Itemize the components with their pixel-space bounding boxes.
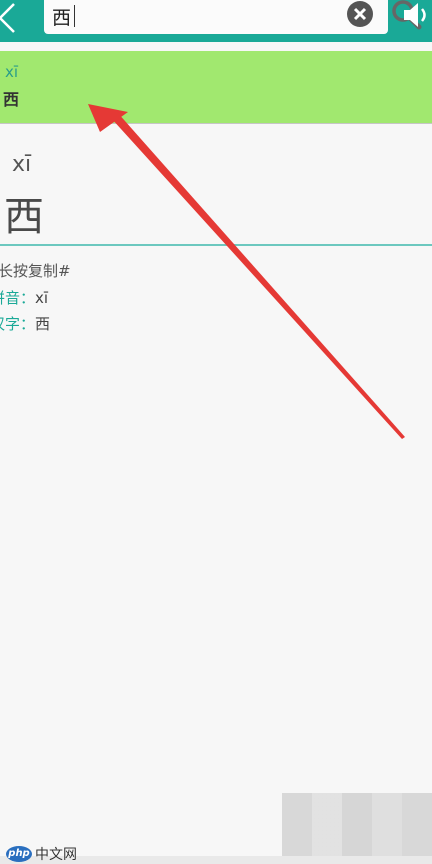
annotation-arrow — [88, 104, 405, 439]
back-button[interactable] — [0, 0, 24, 38]
pinyin-value: xī — [35, 289, 49, 307]
speaker-button[interactable] — [400, 0, 432, 30]
close-circle-icon — [347, 1, 373, 27]
search-input[interactable]: 西 — [44, 0, 422, 34]
top-bar: 西 — [0, 0, 432, 42]
watermark: php 中文网 — [6, 843, 77, 863]
copy-hint: 长按复制# — [0, 262, 71, 280]
char-value: 西 — [35, 315, 51, 333]
char-label: 汉字： — [0, 315, 36, 333]
chevron-left-icon — [0, 3, 15, 33]
suggestion-pinyin: xī — [5, 63, 19, 81]
watermark-text: 中文网 — [35, 846, 77, 863]
watermark-logo: php — [6, 845, 32, 862]
text-caret — [74, 5, 75, 27]
pinyin-label: 拼音： — [0, 289, 36, 307]
search-query: 西 — [52, 7, 72, 29]
suggestion-char: 西 — [3, 90, 20, 109]
suggestion-item[interactable]: xī 西 — [0, 51, 432, 124]
detail-pinyin: xī — [12, 152, 32, 177]
detail-char[interactable]: 西 — [4, 184, 44, 242]
speaker-icon — [404, 3, 426, 27]
clear-button[interactable] — [345, 0, 375, 30]
char-row[interactable]: 汉字：西 — [0, 313, 50, 334]
blurred-region — [282, 793, 432, 864]
divider — [0, 244, 432, 246]
pinyin-row[interactable]: 拼音：xī — [0, 287, 48, 308]
